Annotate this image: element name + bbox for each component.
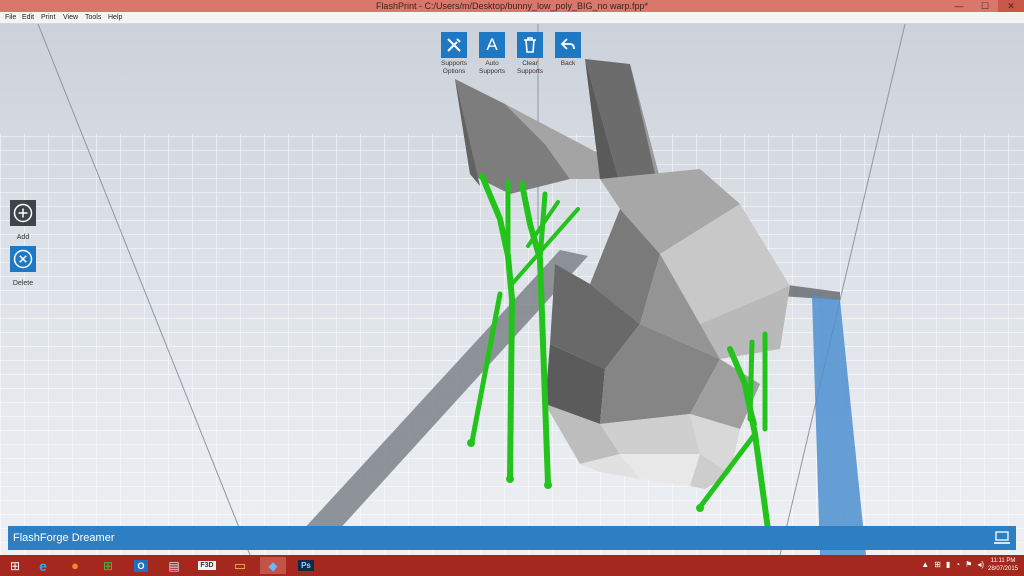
- taskbar-notepad[interactable]: ▤: [161, 557, 187, 574]
- taskbar-firefox[interactable]: ●: [62, 557, 88, 574]
- windows-logo-icon: ⊞: [9, 558, 21, 573]
- folder-icon: ▭: [233, 557, 247, 573]
- add-label: Add: [16, 234, 30, 241]
- internet-explorer-icon: e: [39, 557, 47, 574]
- menu-edit[interactable]: Edit: [22, 12, 34, 23]
- photoshop-icon: Ps: [298, 560, 314, 571]
- clock-date: 28/07/2015: [987, 566, 1019, 572]
- system-tray: ▲ ⊞ ▮ ◔ ⚑ ◂): [921, 558, 984, 572]
- f3d-icon: F3D: [198, 561, 216, 570]
- windows-flag-icon[interactable]: ⊞: [934, 558, 941, 572]
- back-arrow-icon: [555, 32, 581, 58]
- minimize-button[interactable]: —: [946, 0, 972, 12]
- action-center-flag-icon[interactable]: ⚑: [965, 558, 972, 572]
- add-button[interactable]: Add: [9, 200, 37, 241]
- delete-button[interactable]: Delete: [9, 246, 37, 287]
- viewport-3d[interactable]: Supports Options A Auto Supports Clear Supp…: [0, 24, 1024, 555]
- taskbar-store[interactable]: ⊞: [95, 557, 121, 574]
- back-label: Back: [560, 60, 576, 67]
- taskbar-f3d[interactable]: F3D: [194, 557, 220, 574]
- menu-help[interactable]: Help: [108, 12, 122, 23]
- menu-tools[interactable]: Tools: [85, 12, 101, 23]
- build-plate-scene[interactable]: [0, 24, 1024, 555]
- add-plus-icon: [10, 200, 36, 226]
- menu-print[interactable]: Print: [41, 12, 55, 23]
- taskbar-internet-explorer[interactable]: e: [30, 557, 56, 574]
- network-icon[interactable]: ◔: [955, 558, 960, 572]
- close-button[interactable]: ✕: [998, 0, 1024, 12]
- delete-label: Delete: [12, 280, 34, 287]
- menu-file[interactable]: File: [5, 12, 16, 23]
- status-bar: FlashForge Dreamer: [8, 526, 1016, 550]
- taskbar-outlook[interactable]: O: [128, 557, 154, 574]
- wrench-screwdriver-icon: [441, 32, 467, 58]
- printer-name: FlashForge Dreamer: [13, 532, 115, 544]
- clock-time: 11:11 PM: [990, 558, 1016, 564]
- firefox-icon: ●: [71, 558, 79, 573]
- windows-taskbar: ⊞ e ● ⊞ O ▤ F3D ▭ ◆ Ps ▲ ⊞ ▮ ◔ ⚑ ◂) 11:1…: [0, 555, 1024, 576]
- trash-icon: [517, 32, 543, 58]
- show-hidden-icons-icon[interactable]: ▲: [921, 558, 929, 572]
- volume-icon[interactable]: ◂): [977, 558, 984, 572]
- clear-supports-label-2: Supports: [516, 67, 544, 75]
- start-button[interactable]: ⊞: [2, 557, 28, 574]
- store-icon: ⊞: [102, 558, 114, 573]
- delete-x-icon: [10, 246, 36, 272]
- taskbar-photoshop[interactable]: Ps: [293, 557, 319, 574]
- battery-icon[interactable]: ▮: [946, 558, 950, 572]
- connect-printer-icon[interactable]: [994, 531, 1010, 545]
- menu-bar: File Edit Print View Tools Help: [0, 12, 1024, 24]
- title-bar: FlashPrint - C:/Users/m/Desktop/bunny_lo…: [0, 0, 1024, 12]
- auto-a-icon: A: [479, 32, 505, 58]
- menu-view[interactable]: View: [63, 12, 78, 23]
- system-clock[interactable]: 11:11 PM 28/07/2015: [985, 557, 1021, 573]
- window-title: FlashPrint - C:/Users/m/Desktop/bunny_lo…: [375, 1, 649, 11]
- outlook-icon: O: [134, 559, 148, 572]
- taskbar-flashprint[interactable]: ◆: [260, 557, 286, 574]
- flashprint-icon: ◆: [268, 558, 278, 573]
- back-button[interactable]: Back: [542, 32, 594, 68]
- maximize-button[interactable]: ☐: [972, 0, 998, 12]
- notepad-icon: ▤: [168, 558, 180, 573]
- taskbar-file-explorer[interactable]: ▭: [227, 557, 253, 574]
